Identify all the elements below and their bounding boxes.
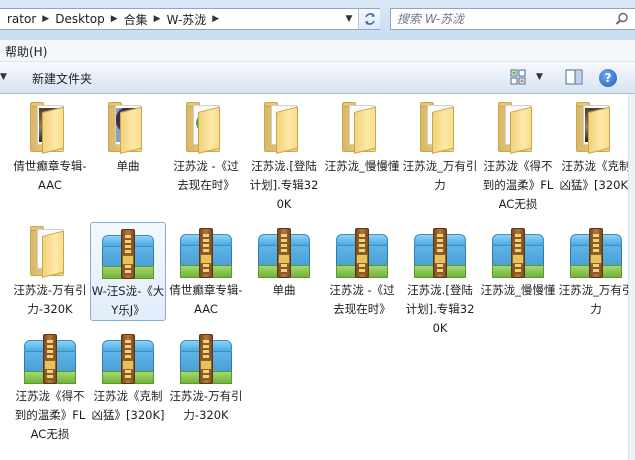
folder-item[interactable]: 汪苏泷 -《过去现在时》 <box>168 98 244 195</box>
breadcrumb-item[interactable]: W-苏泷 <box>164 11 210 28</box>
folder-item[interactable]: 汪苏泷《得不到的温柔》FLAC无损 <box>480 98 556 214</box>
file-name: 汪苏泷《得不到的温柔》FLAC无损 <box>14 389 86 441</box>
folder-icon <box>20 100 80 158</box>
folder-item[interactable]: 汪苏泷_万有引力 <box>402 98 478 195</box>
organize-dropdown-arrow[interactable]: ▼ <box>0 72 7 82</box>
breadcrumb-item[interactable]: rator <box>4 12 39 26</box>
file-name: 汪苏泷《克制凶猛》[320K] <box>559 159 633 192</box>
folder-icon <box>98 100 158 158</box>
folder-icon <box>410 100 470 158</box>
file-name: 倩世癫章专辑-AAC <box>13 159 87 192</box>
new-folder-button[interactable]: 新建文件夹 <box>32 70 92 87</box>
folder-icon <box>332 100 392 158</box>
chevron-right-icon[interactable]: ▶ <box>39 14 52 24</box>
file-name: 汪苏泷-万有引力-320K <box>169 389 243 422</box>
folder-icon <box>176 100 236 158</box>
refresh-icon <box>364 13 375 25</box>
file-name: 倩世癫章专辑-AAC <box>169 283 243 316</box>
folder-item[interactable]: 倩世癫章专辑-AAC <box>12 98 88 195</box>
folder-item[interactable]: 汪苏泷-万有引力-320K <box>12 222 88 319</box>
address-bar[interactable]: rator ▶ Desktop ▶ 合集 ▶ W-苏泷 ▶ ▼ <box>0 8 380 30</box>
folder-icon <box>566 100 626 158</box>
file-name: 汪苏泷-万有引力-320K <box>13 283 87 316</box>
archive-icon <box>176 330 236 388</box>
chevron-right-icon[interactable]: ▶ <box>108 14 121 24</box>
refresh-button[interactable] <box>358 9 380 29</box>
chevron-right-icon[interactable]: ▶ <box>209 14 222 24</box>
archive-item[interactable]: 单曲 <box>246 222 322 300</box>
folder-item[interactable]: 汪苏泷《克制凶猛》[320K] <box>558 98 634 195</box>
archive-item[interactable]: 汪苏泷 -《过去现在时》 <box>324 222 400 319</box>
archive-item[interactable]: 汪苏泷_慢慢懂 <box>480 222 556 300</box>
file-name: 单曲 <box>116 159 140 173</box>
file-name: 汪苏泷.[登陆计划].专辑320K <box>249 159 319 211</box>
archive-icon <box>254 224 314 282</box>
file-name: 汪苏泷_万有引力 <box>402 159 478 192</box>
preview-pane-icon <box>565 69 583 85</box>
view-icon <box>510 69 526 85</box>
breadcrumb-item[interactable]: Desktop <box>52 12 108 26</box>
file-name: 汪苏泷 -《过去现在时》 <box>173 159 239 192</box>
search-box <box>390 8 635 30</box>
help-icon[interactable]: ? <box>599 69 617 87</box>
file-name: 汪苏泷.[登陆计划].专辑320K <box>405 283 475 335</box>
search-icon[interactable] <box>615 12 629 26</box>
archive-item[interactable]: 倩世癫章专辑-AAC <box>168 222 244 319</box>
file-list: 倩世癫章专辑-AAC 单曲 汪苏泷 -《过去现在时》 汪苏泷.[登陆计划].专辑320… <box>0 94 633 460</box>
folder-item[interactable]: 汪苏泷.[登陆计划].专辑320K <box>246 98 322 214</box>
folder-item[interactable]: 单曲 <box>90 98 166 176</box>
folder-icon <box>488 100 548 158</box>
folder-icon <box>254 100 314 158</box>
file-name: 汪苏泷《克制凶猛》[320K] <box>91 389 165 422</box>
menu-help[interactable]: 帮助(H) <box>5 43 47 60</box>
file-name: 单曲 <box>272 283 296 297</box>
address-history-dropdown[interactable]: ▼ <box>340 9 358 29</box>
scrollbar-track[interactable] <box>628 94 635 460</box>
folder-item[interactable]: 汪苏泷_慢慢懂 <box>324 98 400 176</box>
breadcrumb-item[interactable]: 合集 <box>121 11 151 28</box>
command-bar: ▼ 新建文件夹 ▼ ? <box>0 62 635 94</box>
archive-icon <box>98 330 158 388</box>
chevron-down-icon[interactable]: ▼ <box>536 72 543 82</box>
file-name: 汪苏泷 -《过去现在时》 <box>329 283 395 316</box>
archive-icon <box>176 224 236 282</box>
archive-icon <box>488 224 548 282</box>
menu-bar: 帮助(H) <box>0 40 635 62</box>
preview-pane-button[interactable] <box>565 69 583 88</box>
address-bar-area: rator ▶ Desktop ▶ 合集 ▶ W-苏泷 ▶ ▼ <box>0 0 635 40</box>
file-name: W-汪S泷-《大Y乐J》 <box>91 284 165 317</box>
archive-icon <box>332 224 392 282</box>
archive-item[interactable]: W-汪S泷-《大Y乐J》 <box>90 222 166 321</box>
file-name: 汪苏泷_万有引力 <box>558 283 634 316</box>
breadcrumb: rator ▶ Desktop ▶ 合集 ▶ W-苏泷 ▶ <box>0 9 226 29</box>
search-input[interactable] <box>397 12 597 26</box>
chevron-right-icon[interactable]: ▶ <box>151 14 164 24</box>
file-name: 汪苏泷_慢慢懂 <box>324 159 400 173</box>
archive-icon <box>410 224 470 282</box>
folder-icon <box>20 224 80 282</box>
archive-icon <box>566 224 626 282</box>
file-name: 汪苏泷《得不到的温柔》FLAC无损 <box>482 159 554 211</box>
archive-item[interactable]: 汪苏泷《克制凶猛》[320K] <box>90 328 166 425</box>
change-view-button[interactable]: ▼ <box>510 69 543 85</box>
archive-item[interactable]: 汪苏泷-万有引力-320K <box>168 328 244 425</box>
archive-icon <box>98 225 158 283</box>
archive-item[interactable]: 汪苏泷《得不到的温柔》FLAC无损 <box>12 328 88 444</box>
archive-icon <box>20 330 80 388</box>
archive-item[interactable]: 汪苏泷_万有引力 <box>558 222 634 319</box>
archive-item[interactable]: 汪苏泷.[登陆计划].专辑320K <box>402 222 478 338</box>
file-name: 汪苏泷_慢慢懂 <box>480 283 556 297</box>
